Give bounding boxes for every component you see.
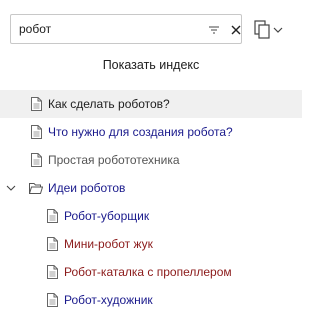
tree-folder-label: Идеи роботов — [48, 181, 126, 195]
tree-item-label: Простая робототехника — [48, 153, 180, 167]
tree-item-label: Робот-уборщик — [64, 209, 150, 223]
tree-item-label: Как сделать роботов? — [48, 97, 170, 111]
document-icon — [47, 293, 58, 307]
tree-item-cleaner-robot[interactable]: Робот-уборщик — [0, 202, 302, 230]
document-icon — [47, 237, 58, 251]
chevron-down-icon[interactable] — [6, 183, 16, 193]
copy-dropdown-button[interactable] — [252, 18, 288, 42]
filter-icon[interactable] — [208, 24, 220, 36]
folder-open-icon — [29, 183, 43, 194]
tree-item-label: Мини-робот жук — [64, 237, 153, 251]
document-icon — [47, 209, 58, 223]
chevron-down-icon — [273, 27, 283, 33]
tree-item-simple-robotics[interactable]: Простая робототехника — [0, 146, 302, 174]
tree-folder-robot-ideas[interactable]: Идеи роботов — [0, 174, 302, 202]
show-index-button[interactable]: Показать индекс — [0, 58, 302, 72]
scrollbar[interactable] — [305, 90, 313, 316]
search-input[interactable] — [19, 21, 189, 37]
document-icon — [47, 265, 58, 279]
search-box[interactable] — [10, 14, 242, 44]
tree-item-label: Робот-каталка с пропеллером — [64, 265, 232, 279]
tree-item-label: Что нужно для создания робота? — [48, 125, 233, 139]
close-icon[interactable] — [230, 24, 242, 36]
help-tree: Как сделать роботов? Что нужно для созда… — [0, 90, 302, 314]
copy-icon — [254, 20, 270, 39]
document-icon — [31, 97, 42, 111]
tree-item-artist-robot[interactable]: Робот-художник — [0, 286, 302, 314]
tree-item-label: Робот-художник — [64, 293, 153, 307]
tree-item-what-needed[interactable]: Что нужно для создания робота? — [0, 118, 302, 146]
tree-item-mini-robot-bug[interactable]: Мини-робот жук — [0, 230, 302, 258]
document-icon — [31, 125, 42, 139]
tree-item-how-to-make-robots[interactable]: Как сделать роботов? — [0, 90, 302, 118]
tree-item-propeller-robot[interactable]: Робот-каталка с пропеллером — [0, 258, 302, 286]
document-icon — [31, 153, 42, 167]
